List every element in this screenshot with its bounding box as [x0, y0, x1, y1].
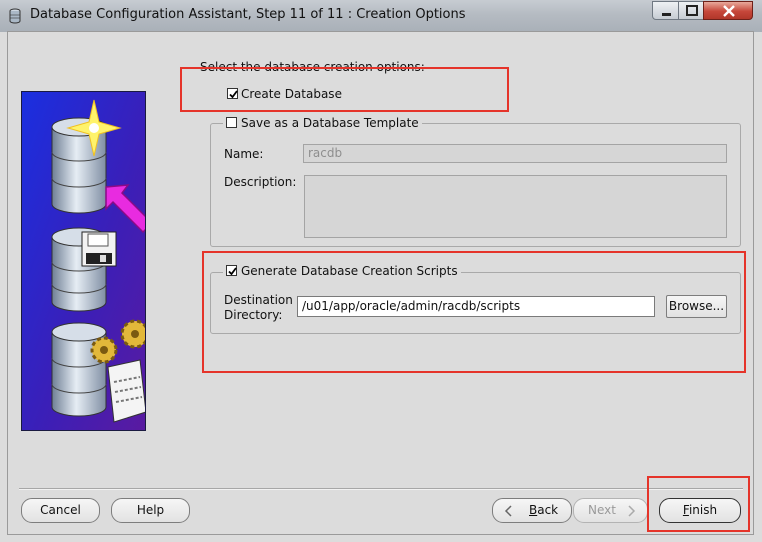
sql-script-icon: [107, 359, 145, 423]
destination-label-line1: Destination: [224, 293, 293, 307]
maximize-icon: [686, 5, 698, 16]
maximize-button[interactable]: [678, 1, 704, 20]
dbca-window: Database Configuration Assistant, Step 1…: [0, 0, 762, 542]
generate-scripts-label: Generate Database Creation Scripts: [241, 264, 458, 278]
checkmark-icon: [229, 90, 238, 99]
save-template-label: Save as a Database Template: [241, 116, 419, 130]
next-arrow-icon: [628, 505, 636, 517]
next-button[interactable]: Next: [573, 498, 648, 523]
browse-button[interactable]: Browse...: [666, 295, 727, 318]
save-template-legend: Save as a Database Template: [223, 116, 422, 130]
generate-scripts-checkbox[interactable]: [226, 265, 237, 276]
title-bar[interactable]: Database Configuration Assistant, Step 1…: [0, 0, 762, 32]
database-cylinder-icon: [51, 322, 107, 417]
minimize-icon: [662, 13, 671, 16]
save-template-checkbox[interactable]: [226, 117, 237, 128]
back-arrow-icon: [504, 505, 512, 517]
back-button[interactable]: Back: [492, 498, 572, 523]
create-database-checkbox[interactable]: [227, 88, 238, 99]
close-icon: [723, 5, 735, 17]
checkmark-icon: [228, 267, 237, 276]
destination-label-line2: Directory:: [224, 308, 283, 322]
close-button[interactable]: [703, 1, 753, 20]
description-label: Description:: [224, 175, 297, 189]
create-database-label: Create Database: [241, 87, 342, 101]
wizard-side-illustration: [21, 91, 146, 431]
generate-scripts-legend: Generate Database Creation Scripts: [223, 264, 461, 278]
back-button-label: Back: [529, 503, 559, 517]
window-controls: [652, 1, 756, 21]
minimize-button[interactable]: [652, 1, 679, 20]
app-icon: [7, 8, 23, 24]
finish-button[interactable]: Finish: [659, 498, 741, 523]
cancel-button[interactable]: Cancel: [21, 498, 100, 523]
floppy-disk-icon: [81, 231, 117, 267]
footer-separator: [19, 488, 743, 490]
help-button[interactable]: Help: [111, 498, 190, 523]
destination-directory-input[interactable]: /u01/app/oracle/admin/racdb/scripts: [297, 296, 655, 317]
template-name-input[interactable]: racdb: [303, 144, 727, 163]
name-label: Name:: [224, 147, 264, 161]
creation-options-prompt: Select the database creation options:: [200, 60, 425, 74]
template-description-textarea[interactable]: [304, 175, 727, 238]
window-title: Database Configuration Assistant, Step 1…: [30, 7, 466, 22]
next-button-label: Next: [588, 503, 616, 517]
